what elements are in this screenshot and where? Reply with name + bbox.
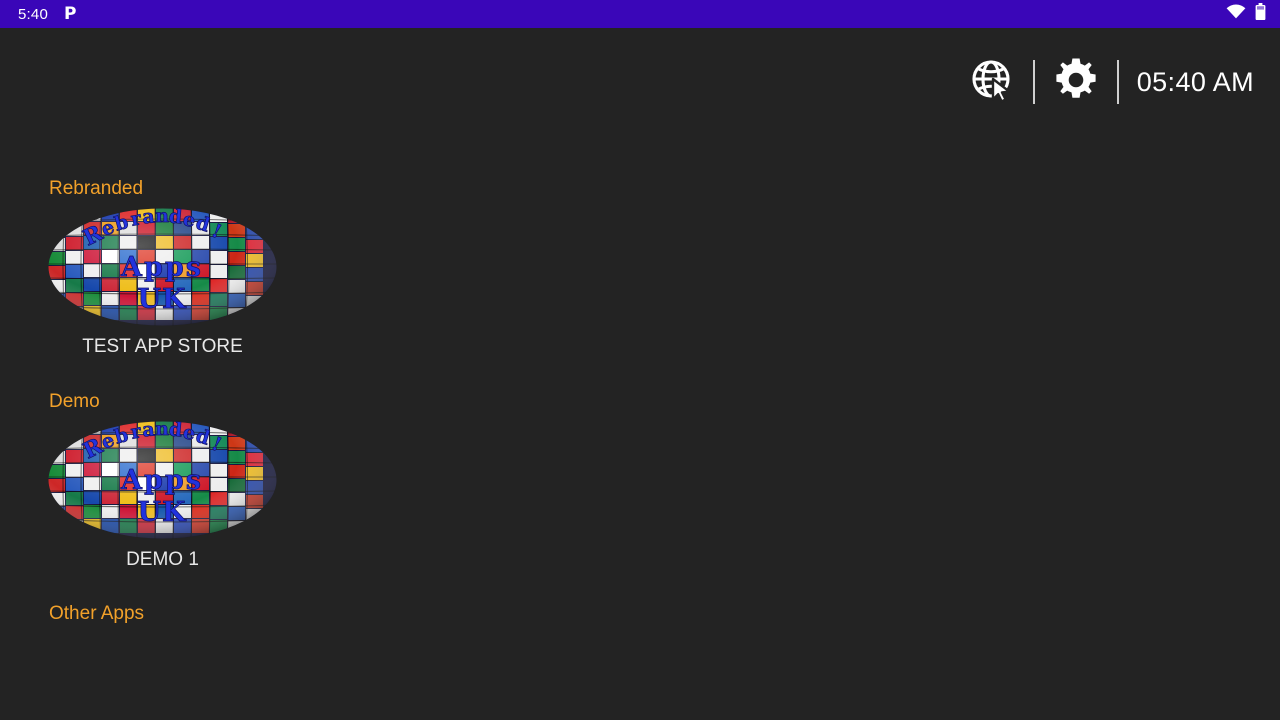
settings-button[interactable] (1049, 55, 1103, 109)
app-label: DEMO 1 (126, 549, 199, 570)
status-bar-clock: 5:40 (18, 5, 48, 23)
system-status-bar: 5:40 P (0, 0, 1280, 28)
rebranded-apps-uk-logo: R e b r a n d e d ! Apps UK (48, 208, 277, 326)
svg-text:UK: UK (137, 284, 187, 315)
wifi-icon (1226, 4, 1246, 24)
section-header-other-apps: Other Apps (49, 603, 145, 624)
appbar-divider-2 (1116, 60, 1119, 104)
section-header-demo: Demo (49, 391, 100, 412)
app-tile-demo-1[interactable]: R e b r a n d e d ! Apps UK DEMO 1 (48, 421, 277, 569)
svg-text:d: d (168, 421, 183, 442)
svg-text:n: n (155, 421, 169, 440)
svg-text:d: d (168, 208, 183, 229)
rebranded-apps-uk-logo: R e b r a n d e d ! Apps UK (48, 421, 277, 539)
globe-cursor-icon (968, 56, 1016, 109)
app-label: TEST APP STORE (82, 336, 243, 357)
appbar-divider-1 (1032, 60, 1035, 104)
svg-text:Apps: Apps (120, 465, 203, 496)
svg-text:Apps: Apps (120, 252, 203, 283)
app-tile-test-app-store[interactable]: R e b r a n d e d ! Apps UK TEST APP STO… (48, 208, 277, 356)
section-header-rebranded: Rebranded (49, 178, 144, 199)
globe-cursor-button[interactable] (965, 55, 1019, 109)
svg-text:a: a (141, 208, 155, 229)
notification-p-icon: P (64, 3, 77, 24)
app-top-bar: 05:40 AM (0, 28, 1280, 136)
app-list-scroll-area[interactable]: Rebranded R e b r a n d e d ! Apps UK TE… (0, 136, 1280, 720)
gear-icon (1053, 57, 1099, 108)
app-row-rebranded: R e b r a n d e d ! Apps UK TEST APP STO… (0, 208, 1280, 356)
svg-text:a: a (141, 421, 155, 442)
status-bar-indicators (1226, 3, 1266, 25)
svg-text:UK: UK (137, 497, 187, 528)
app-row-demo: R e b r a n d e d ! Apps UK DEMO 1 (0, 421, 1280, 569)
svg-text:n: n (155, 208, 169, 227)
appbar-clock: 05:40 AM (1136, 66, 1254, 97)
battery-icon (1255, 3, 1266, 25)
